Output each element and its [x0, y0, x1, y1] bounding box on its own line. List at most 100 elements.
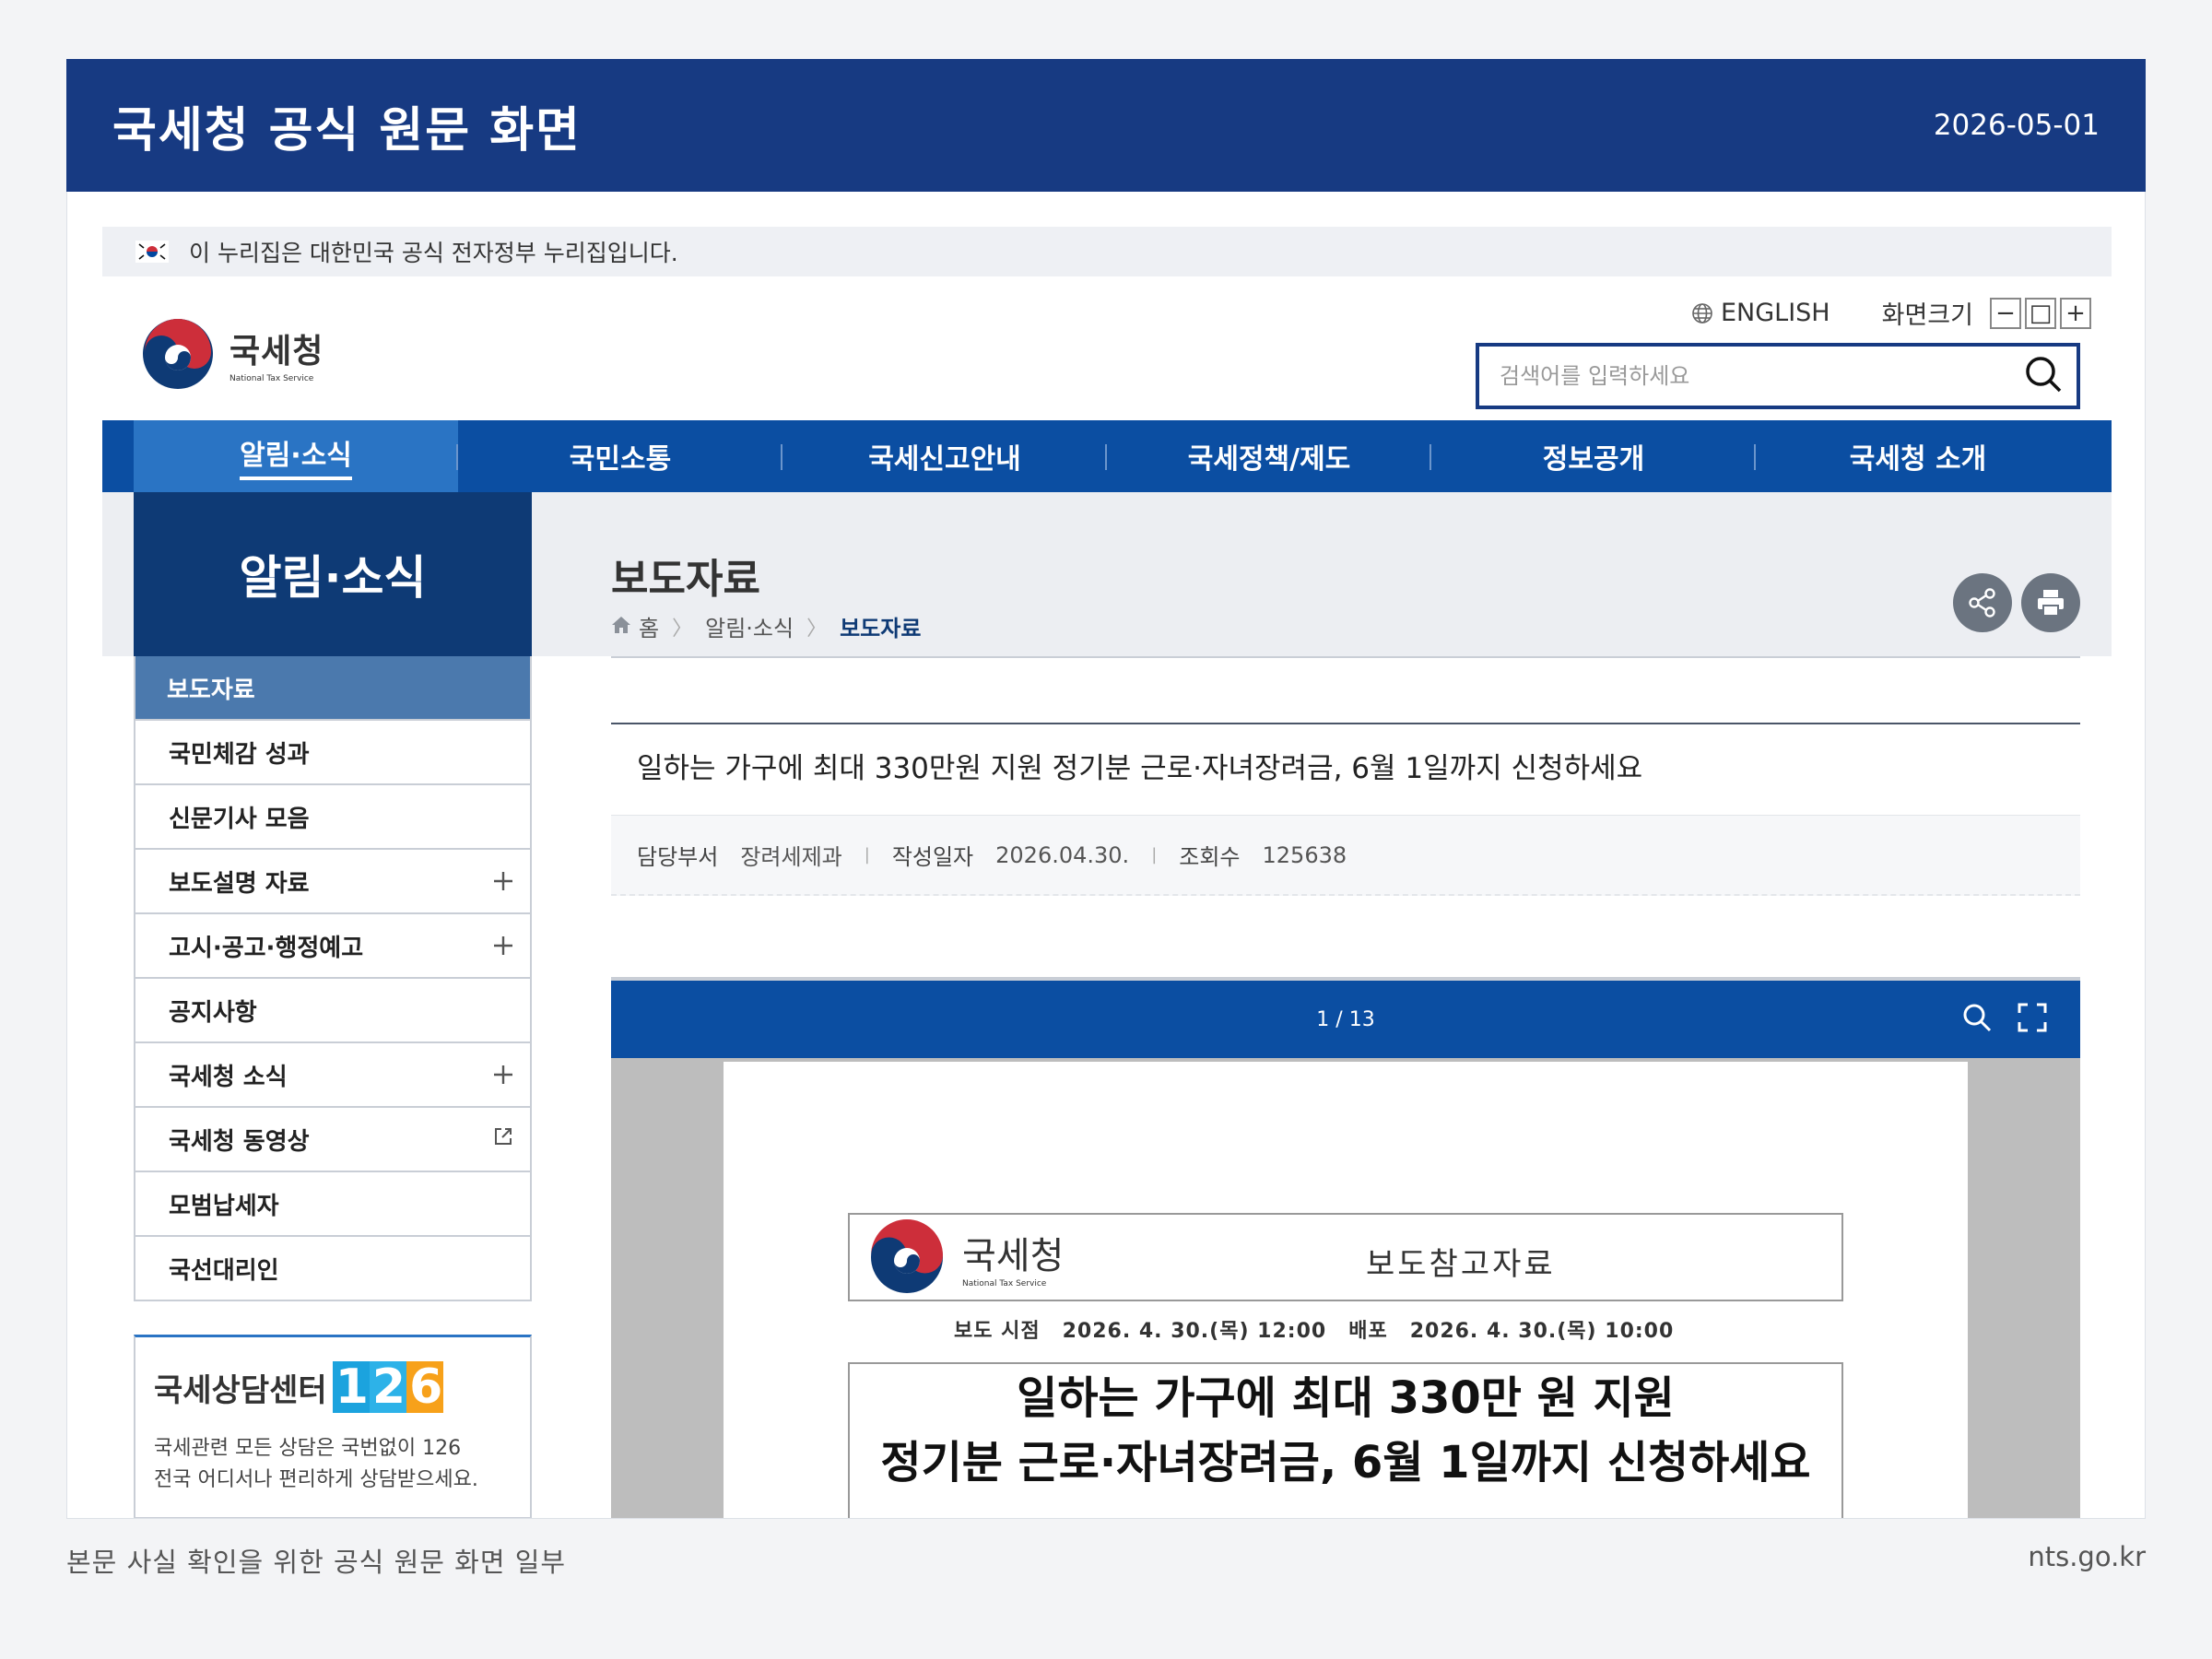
meta-views-label: 조회수: [1179, 844, 1241, 870]
sidebar-item-label: 공지사항: [169, 998, 257, 1027]
nav-item-tax-filing[interactable]: 국세신고안내: [782, 420, 1107, 492]
frame-domain: nts.go.kr: [2028, 1541, 2146, 1572]
article-title: 일하는 가구에 최대 330만원 지원 정기분 근로·자녀장려금, 6월 1일까…: [637, 752, 1643, 785]
taegukgi-icon: [135, 241, 169, 263]
nav-item-label: 국민소통: [569, 443, 672, 476]
sidebar-item-notices-admin[interactable]: 고시·공고·행정예고: [135, 912, 530, 977]
share-button[interactable]: [1953, 573, 2012, 632]
breadcrumb-section[interactable]: 알림·소식: [705, 610, 794, 642]
search-box: [1476, 343, 2080, 409]
article-meta: 담당부서 장려세제과 | 작성일자 2026.04.30. | 조회수 1256…: [611, 815, 2080, 896]
main-nav: 알림·소식 국민소통 국세신고안내 국세정책/제도 정보공개 국세청 소개: [102, 420, 2112, 492]
search-input[interactable]: [1498, 362, 2014, 390]
sidebar-menu: 보도자료 국민체감 성과 신문기사 모음 보도설명 자료 고시·공고·행정예고 …: [134, 656, 532, 1301]
english-label: ENGLISH: [1720, 299, 1830, 327]
counsel-number: 126: [332, 1361, 444, 1413]
nav-item-about[interactable]: 국세청 소개: [1756, 420, 2080, 492]
nav-item-label: 정보공개: [1542, 443, 1645, 476]
zoom-label: 화면크기: [1881, 301, 1973, 330]
frame-title: 국세청 공식 원문 화면: [112, 102, 582, 159]
sidebar-item-public-agent[interactable]: 국선대리인: [135, 1235, 530, 1300]
sidebar-item-label: 모범납세자: [169, 1192, 279, 1220]
nav-item-label: 국세정책/제도: [1187, 443, 1351, 476]
doc-title-box: 일하는 가구에 최대 330만 원 지원 정기분 근로·자녀장려금, 6월 1일…: [848, 1362, 1843, 1518]
zoom-in-button[interactable]: +: [2060, 297, 2091, 329]
web-page: 이 누리집은 대한민국 공식 전자정부 누리집입니다. 국세청 National…: [66, 192, 2146, 1519]
meta-date-label: 작성일자: [891, 844, 974, 870]
search-icon[interactable]: [2023, 354, 2064, 398]
doc-title-line1: 일하는 가구에 최대 330만 원 지원: [1017, 1372, 1675, 1424]
sidebar-item-label: 보도자료: [167, 676, 255, 704]
zoom-out-button[interactable]: −: [1990, 297, 2021, 329]
sidebar-title: 알림·소식: [134, 492, 532, 656]
viewer-toolbar: 1 / 13: [611, 981, 2080, 1058]
gov-banner-text: 이 누리집은 대한민국 공식 전자정부 누리집입니다.: [189, 240, 678, 266]
counsel-title: 국세상담센터: [154, 1371, 327, 1409]
doc-title-line2: 정기분 근로·자녀장려금, 6월 1일까지 신청하세요: [880, 1437, 1811, 1488]
meta-dept: 장려세제과: [740, 844, 842, 870]
sidebar-item-videos[interactable]: 국세청 동영상: [135, 1106, 530, 1171]
doc-logo-subtext: National Tax Service: [962, 1279, 1047, 1288]
nav-item-news[interactable]: 알림·소식: [134, 420, 458, 492]
external-link-icon: [493, 1125, 513, 1153]
logo-text: 국세청: [229, 333, 324, 371]
plus-icon[interactable]: [493, 863, 513, 900]
sidebar-item-announcements[interactable]: 공지사항: [135, 977, 530, 1041]
sidebar-item-model-taxpayer[interactable]: 모범납세자: [135, 1171, 530, 1235]
nts-logo[interactable]: 국세청 National Tax Service: [141, 317, 324, 391]
plus-icon[interactable]: [493, 927, 513, 964]
counsel-desc-line2: 전국 어디서나 편리하게 상담받으세요.: [154, 1468, 478, 1491]
print-button[interactable]: [2021, 573, 2080, 632]
header-divider: [611, 656, 2080, 658]
globe-icon: [1692, 302, 1712, 324]
counsel-desc-line1: 국세관련 모든 상담은 국번없이 126: [154, 1437, 462, 1460]
frame-date: 2026-05-01: [1933, 109, 2100, 142]
nav-item-label: 국세청 소개: [1849, 443, 1987, 476]
nav-item-label: 국세신고안내: [868, 443, 1021, 476]
doc-type: 보도참고자료: [1366, 1246, 1556, 1283]
doc-release-info: 보도 시점 2026. 4. 30.(목) 12:00 배포 2026. 4. 30.…: [954, 1320, 1675, 1343]
nav-item-disclosure[interactable]: 정보공개: [1431, 420, 1756, 492]
nts-emblem-icon: [143, 319, 213, 389]
counsel-center-banner[interactable]: 국세상담센터 126 국세관련 모든 상담은 국번없이 126 전국 어디서나 …: [134, 1335, 532, 1518]
chevron-right-icon: 〉: [672, 617, 693, 641]
sidebar-item-nts-news[interactable]: 국세청 소식: [135, 1041, 530, 1106]
sidebar-item-press-explanation[interactable]: 보도설명 자료: [135, 848, 530, 912]
plus-icon[interactable]: [493, 1056, 513, 1093]
sidebar-item-news-clips[interactable]: 신문기사 모음: [135, 783, 530, 848]
sidebar-item-performance[interactable]: 국민체감 성과: [135, 719, 530, 783]
chevron-right-icon: 〉: [806, 617, 828, 641]
sidebar-item-label: 국민체감 성과: [169, 740, 310, 769]
breadcrumb-current: 보도자료: [840, 616, 922, 641]
breadcrumb: 홈 〉 알림·소식 〉 보도자료: [611, 610, 921, 642]
sidebar-item-label: 국세청 소식: [169, 1063, 288, 1091]
frame-caption: 본문 사실 확인을 위한 공식 원문 화면 일부: [66, 1547, 567, 1578]
home-icon[interactable]: [611, 614, 631, 640]
sidebar-item-label: 국선대리인: [169, 1256, 279, 1285]
utility-links: ENGLISH 화면크기 − □ +: [1691, 295, 2091, 331]
doc-nts-emblem-icon: [871, 1219, 943, 1293]
zoom-reset-button[interactable]: □: [2025, 297, 2056, 329]
doc-header-box: 국세청 National Tax Service 보도참고자료: [848, 1213, 1843, 1301]
fullscreen-icon[interactable]: [2018, 1003, 2047, 1032]
print-icon: [2038, 590, 2064, 617]
doc-logo-text: 국세청: [962, 1235, 1065, 1277]
meta-dept-label: 담당부서: [637, 844, 719, 870]
sidebar-item-press-release[interactable]: 보도자료: [135, 656, 530, 719]
nav-item-communication[interactable]: 국민소통: [458, 420, 782, 492]
nav-item-tax-policy[interactable]: 국세정책/제도: [1107, 420, 1431, 492]
page-indicator: 1 / 13: [1316, 1007, 1375, 1031]
viewer-search-icon[interactable]: [1962, 1003, 1992, 1032]
sidebar-item-label: 보도설명 자료: [169, 869, 310, 898]
frame-header: 국세청 공식 원문 화면 2026-05-01: [66, 59, 2146, 192]
page-title: 보도자료: [611, 556, 760, 603]
meta-views: 125638: [1262, 841, 1347, 868]
sidebar-item-label: 신문기사 모음: [169, 805, 310, 833]
sidebar-item-label: 국세청 동영상: [169, 1127, 310, 1156]
sidebar-item-label: 고시·공고·행정예고: [169, 934, 364, 962]
nav-item-label: 알림·소식: [240, 432, 352, 480]
english-link[interactable]: ENGLISH: [1691, 299, 1830, 327]
breadcrumb-home[interactable]: 홈: [639, 610, 659, 642]
meta-date: 2026.04.30.: [995, 841, 1130, 868]
share-icon: [1969, 588, 1995, 618]
